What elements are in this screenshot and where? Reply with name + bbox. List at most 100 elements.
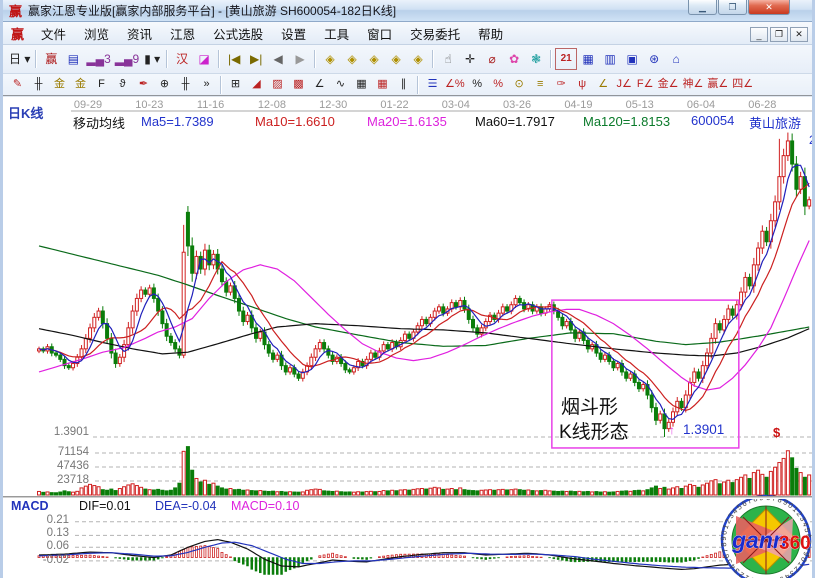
- winner-home-icon[interactable]: 赢: [40, 48, 62, 70]
- volume-profile-icon[interactable]: ◪: [193, 48, 215, 70]
- menu-item-帮助[interactable]: 帮助: [469, 22, 512, 45]
- gold-comb-ruler-2-icon[interactable]: 金: [70, 75, 91, 94]
- info-panel-icon[interactable]: ▤: [62, 48, 84, 70]
- macd-value-label: MACD=0.10: [231, 499, 299, 513]
- toolbar-separator: [417, 76, 419, 94]
- save-icon[interactable]: ▣: [621, 48, 643, 70]
- ma-legend-4: Ma120=1.8153: [583, 114, 670, 129]
- pan-right-icon[interactable]: ◈: [341, 48, 363, 70]
- percent-line-icon[interactable]: %: [488, 75, 509, 94]
- gann-box-icon[interactable]: ▨: [267, 75, 288, 94]
- menu-item-公式选股[interactable]: 公式选股: [204, 22, 272, 45]
- menu-item-交易委托[interactable]: 交易委托: [401, 22, 469, 45]
- close-button[interactable]: ✕: [748, 0, 790, 15]
- grid-fine-icon[interactable]: ▦: [351, 75, 372, 94]
- win-angle-icon[interactable]: 赢∠: [705, 75, 730, 94]
- price-ladder-icon[interactable]: ☰: [422, 75, 443, 94]
- menu-item-资讯[interactable]: 资讯: [118, 22, 161, 45]
- gold-circle-icon[interactable]: ⊙: [509, 75, 530, 94]
- menu-item-江恩[interactable]: 江恩: [161, 22, 204, 45]
- menu-item-窗口[interactable]: 窗口: [358, 22, 401, 45]
- circle-ruler-icon[interactable]: ⊕: [154, 75, 175, 94]
- marker-pen-icon[interactable]: ✒: [133, 75, 154, 94]
- gold-lines-icon[interactable]: ≡: [530, 75, 551, 94]
- export-data-icon[interactable]: ⊛: [643, 48, 665, 70]
- macd-pane-label: MACD: [11, 499, 49, 513]
- crosshair-tool-icon[interactable]: ✛: [459, 48, 481, 70]
- menu-bar: 赢 文件浏览资讯江恩公式选股设置工具窗口交易委托帮助: [3, 22, 812, 45]
- winner-menu-icon: 赢: [11, 24, 24, 43]
- j-angle-icon[interactable]: J∠: [614, 75, 635, 94]
- minimize-button[interactable]: ▁: [688, 0, 717, 15]
- date-tick-03-04: 03-04: [426, 99, 486, 111]
- low-point-arrow: ↑: [669, 423, 675, 437]
- step-back-icon[interactable]: ◀: [267, 48, 289, 70]
- brush-tool-icon[interactable]: ✎: [7, 75, 28, 94]
- pan-left-icon[interactable]: ◈: [319, 48, 341, 70]
- jump-first-icon[interactable]: |◀: [223, 48, 245, 70]
- child-window-controls: _ ❐ ✕: [750, 27, 808, 42]
- more-tools-icon[interactable]: »: [196, 75, 217, 94]
- measure-pen-icon[interactable]: ✑: [551, 75, 572, 94]
- child-close-button[interactable]: ✕: [790, 27, 808, 42]
- ai-analysis-icon[interactable]: ❃: [525, 48, 547, 70]
- candle-style-dropdown-icon[interactable]: ▮ ▾: [141, 48, 163, 70]
- zoom-out-x-icon[interactable]: ◈: [363, 48, 385, 70]
- notes-icon[interactable]: ▥: [599, 48, 621, 70]
- f-ruler-icon[interactable]: F: [91, 75, 112, 94]
- macd-scale-0.06: 0.06: [29, 540, 69, 552]
- dynamic-quote-icon[interactable]: 汉: [171, 48, 193, 70]
- zoom-in-x-icon[interactable]: ◈: [385, 48, 407, 70]
- f-angle-icon[interactable]: F∠: [635, 75, 656, 94]
- bars-9min-icon[interactable]: ▂▄9: [113, 48, 141, 70]
- ma-legend-title: 移动均线: [73, 113, 125, 132]
- menu-item-浏览[interactable]: 浏览: [75, 22, 118, 45]
- jump-last-icon[interactable]: ▶|: [245, 48, 267, 70]
- trend-angle-icon[interactable]: ∠: [309, 75, 330, 94]
- pattern-annotation-line1[interactable]: 烟斗形: [561, 392, 618, 419]
- fan-lines-icon[interactable]: ◢: [246, 75, 267, 94]
- partial-price-label: 2: [809, 133, 815, 147]
- range-box-icon[interactable]: ⊞: [225, 75, 246, 94]
- hand-tool-icon[interactable]: ☝: [437, 48, 459, 70]
- shen-angle-icon[interactable]: 神∠: [681, 75, 706, 94]
- si-angle-icon[interactable]: 四∠: [730, 75, 755, 94]
- parallel-lines-icon[interactable]: ∥: [393, 75, 414, 94]
- fit-view-icon[interactable]: ◈: [407, 48, 429, 70]
- dea-value-label: DEA=-0.04: [155, 499, 217, 513]
- date-tick-05-13: 05-13: [610, 99, 670, 111]
- toolbar-separator: [314, 50, 316, 68]
- gold-angle-2-icon[interactable]: 金∠: [656, 75, 681, 94]
- gann-grid-icon[interactable]: ▩: [288, 75, 309, 94]
- calculator-icon[interactable]: ▦: [577, 48, 599, 70]
- menu-item-设置[interactable]: 设置: [272, 22, 315, 45]
- gold-angle-icon[interactable]: ∠: [593, 75, 614, 94]
- percent-icon[interactable]: %: [467, 75, 488, 94]
- remote-sync-icon[interactable]: ⌂: [665, 48, 687, 70]
- percent-angle-icon[interactable]: ∠%: [443, 75, 467, 94]
- menu-item-文件[interactable]: 文件: [32, 22, 75, 45]
- gold-comb-ruler-icon[interactable]: 金: [49, 75, 70, 94]
- toolbar-separator: [35, 50, 37, 68]
- step-forward-icon[interactable]: ▶: [289, 48, 311, 70]
- volume-scale-23718: 23718: [43, 474, 89, 486]
- pitchfork-icon[interactable]: ψ: [572, 75, 593, 94]
- comb-ruler-icon[interactable]: ╫: [28, 75, 49, 94]
- bars-3min-icon[interactable]: ▂▄3: [84, 48, 112, 70]
- magnifier-tool-icon[interactable]: ⌀: [481, 48, 503, 70]
- period-daily-dropdown-icon[interactable]: 日 ▾: [7, 48, 32, 70]
- pattern-tool-icon[interactable]: ✿: [503, 48, 525, 70]
- plain-ruler-icon[interactable]: ╫: [175, 75, 196, 94]
- calendar-icon[interactable]: 21: [555, 48, 577, 70]
- ma20-line: [39, 241, 809, 391]
- menu-item-工具[interactable]: 工具: [315, 22, 358, 45]
- zigzag-wave-icon[interactable]: ∿: [330, 75, 351, 94]
- volume-scale-71154: 71154: [43, 446, 89, 458]
- price-low-scale-label: 1.3901: [41, 426, 89, 438]
- child-minimize-button[interactable]: _: [750, 27, 768, 42]
- pattern-annotation-line2[interactable]: K线形态: [559, 417, 629, 444]
- spiral-ruler-icon[interactable]: ϑ: [112, 75, 133, 94]
- grid-red-icon[interactable]: ▦: [372, 75, 393, 94]
- child-restore-button[interactable]: ❐: [770, 27, 788, 42]
- maximize-button[interactable]: ❐: [718, 0, 747, 15]
